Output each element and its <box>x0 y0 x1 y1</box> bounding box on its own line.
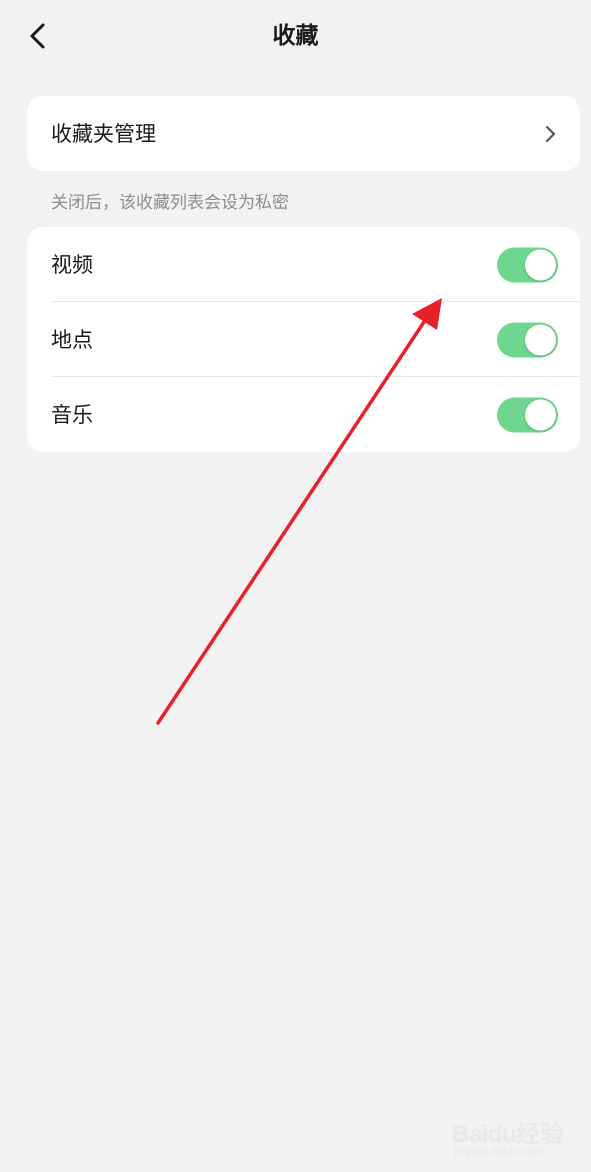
chevron-right-icon <box>545 125 556 142</box>
favorites-manage-label: 收藏夹管理 <box>51 121 156 146</box>
music-toggle-switch[interactable] <box>497 397 558 432</box>
watermark-brand: Baidu经验 <box>452 1121 564 1148</box>
favorites-manage-card[interactable]: 收藏夹管理 <box>27 96 580 171</box>
toggle-label-location: 地点 <box>51 327 93 352</box>
toggle-row-music: 音乐 <box>27 377 580 452</box>
toggle-row-location: 地点 <box>27 302 580 377</box>
privacy-hint: 关闭后，该收藏列表会设为私密 <box>51 193 289 213</box>
toggle-knob <box>525 249 556 280</box>
favorites-manage-row[interactable]: 收藏夹管理 <box>27 96 580 171</box>
privacy-toggle-card: 视频 地点 音乐 <box>27 227 580 452</box>
toggle-row-video: 视频 <box>27 227 580 302</box>
watermark-sub: jingyan.baidu.com <box>454 1146 543 1158</box>
baidu-watermark: Baidu经验 jingyan.baidu.com <box>452 1108 572 1160</box>
location-toggle-switch[interactable] <box>497 322 558 357</box>
toggle-label-music: 音乐 <box>51 402 93 427</box>
toggle-knob <box>525 324 556 355</box>
nav-bar: 收藏 <box>0 0 591 72</box>
toggle-label-video: 视频 <box>51 252 93 277</box>
toggle-knob <box>525 399 556 430</box>
page-title: 收藏 <box>272 23 319 49</box>
video-toggle-switch[interactable] <box>497 247 558 282</box>
annotation-arrow <box>156 298 442 725</box>
